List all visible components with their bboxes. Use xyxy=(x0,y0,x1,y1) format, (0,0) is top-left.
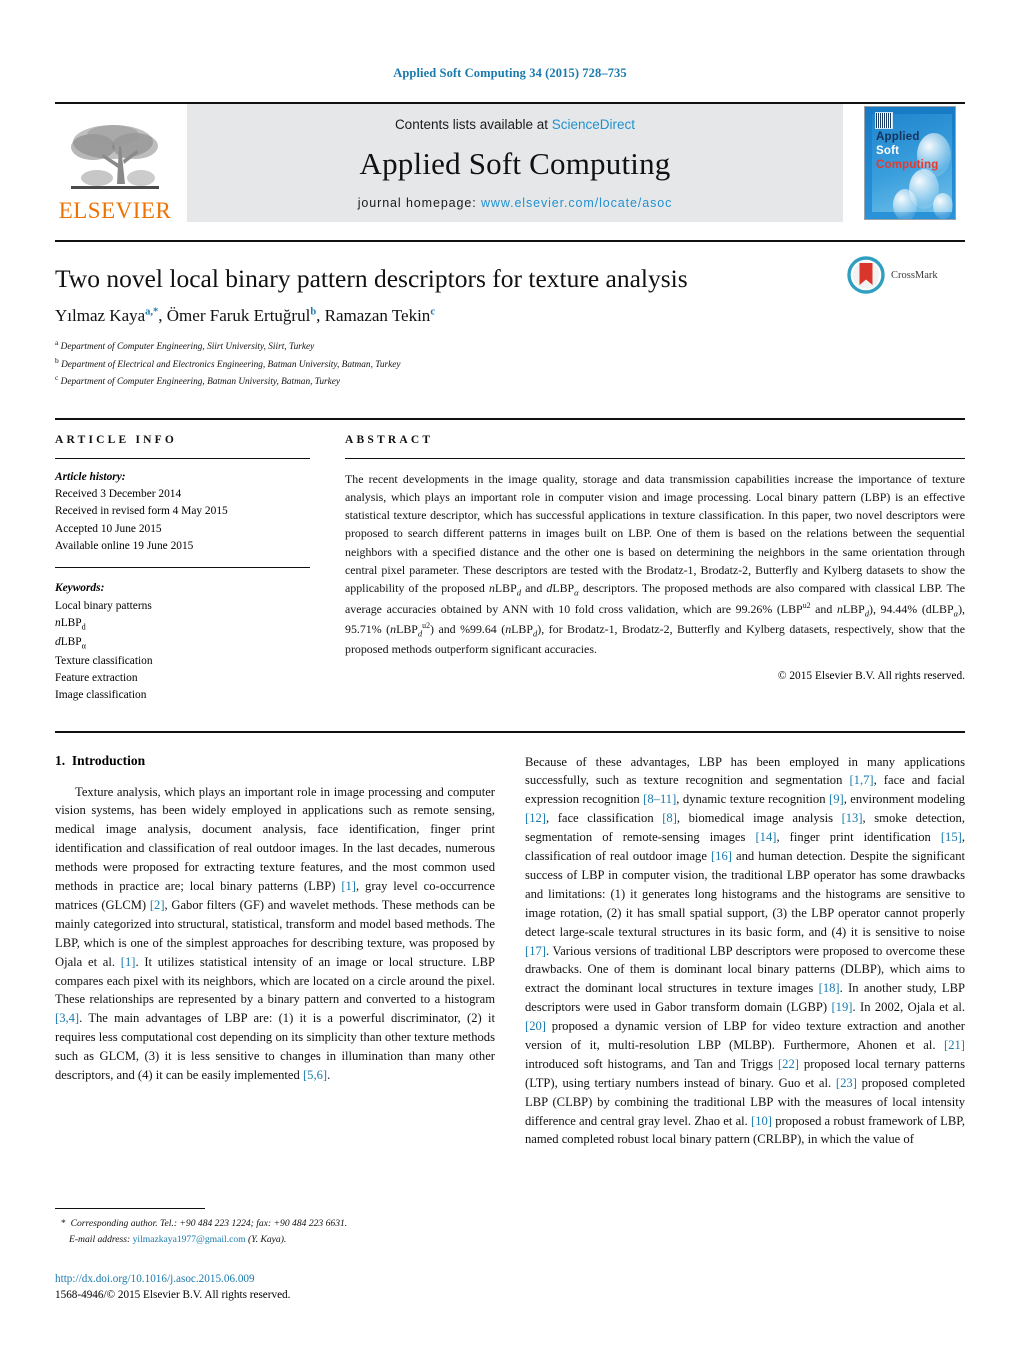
crossmark-icon xyxy=(847,256,885,294)
section-name: Introduction xyxy=(71,752,146,768)
elsevier-tree-icon xyxy=(71,125,159,189)
body-columns: 1. Introduction Texture analysis, which … xyxy=(55,753,965,1150)
doi-link[interactable]: http://dx.doi.org/10.1016/j.asoc.2015.06… xyxy=(55,1271,555,1287)
cover-barcode-icon xyxy=(875,112,893,129)
corresponding-author-note: * Corresponding author. Tel.: +90 484 22… xyxy=(55,1216,495,1231)
affiliation-item: b Department of Electrical and Electroni… xyxy=(55,355,965,373)
keyword-item: Local binary patterns xyxy=(55,599,152,612)
title-block: CrossMark Two novel local binary pattern… xyxy=(55,242,965,390)
body-column-left: 1. Introduction Texture analysis, which … xyxy=(55,753,495,1150)
history-item: Available online 19 June 2015 xyxy=(55,540,194,553)
journal-cover-thumbnail: Applied Soft Computing xyxy=(864,106,956,220)
affiliation-text: Department of Computer Engineering, Batm… xyxy=(60,377,341,388)
abstract-divider xyxy=(345,457,965,459)
page-footer: http://dx.doi.org/10.1016/j.asoc.2015.06… xyxy=(55,1271,555,1303)
author-marks: a,* xyxy=(145,306,159,318)
keyword-item: Texture classification xyxy=(55,654,153,667)
affiliation-mark: b xyxy=(55,355,59,365)
abstract-heading: ABSTRACT xyxy=(345,433,434,446)
keyword-item: Feature extraction xyxy=(55,671,138,684)
cover-title-line-3: Computing xyxy=(876,159,939,171)
article-history-block: Article history: Received 3 December 201… xyxy=(55,469,310,556)
elsevier-logo: ELSEVIER xyxy=(55,104,175,222)
section-title-introduction: 1. Introduction xyxy=(55,753,495,769)
keywords-divider xyxy=(55,567,310,569)
author-marks: c xyxy=(430,306,435,318)
author-name[interactable]: Ramazan Tekin xyxy=(325,306,431,325)
author-list: Yılmaz Kayaa,*, Ömer Faruk Ertuğrulb, Ra… xyxy=(55,306,435,326)
cover-blob xyxy=(893,189,917,219)
footnote-block: * Corresponding author. Tel.: +90 484 22… xyxy=(55,1208,495,1247)
running-head: Applied Soft Computing 34 (2015) 728–735 xyxy=(393,66,627,80)
cover-title-line-2: Soft xyxy=(876,145,900,157)
intro-paragraph-left: Texture analysis, which plays an importa… xyxy=(55,784,495,1082)
sciencedirect-link[interactable]: ScienceDirect xyxy=(552,117,635,132)
article-history-title: Article history: xyxy=(55,470,126,483)
crossmark-badge[interactable]: CrossMark xyxy=(847,256,965,294)
abstract-text: The recent developments in the image qua… xyxy=(345,471,965,657)
email-owner: (Y. Kaya). xyxy=(248,1233,287,1245)
intro-paragraph-right: Because of these advantages, LBP has bee… xyxy=(525,754,966,1147)
cover-blob xyxy=(933,193,953,219)
info-abstract-section: ARTICLE INFO Article history: Received 3… xyxy=(55,417,965,705)
history-item: Received 3 December 2014 xyxy=(55,488,182,501)
affiliation-list: a Department of Computer Engineering, Si… xyxy=(55,337,965,390)
body-divider xyxy=(55,730,965,733)
article-info-heading: ARTICLE INFO xyxy=(55,433,178,446)
corresponding-author-text: Corresponding author. Tel.: +90 484 223 … xyxy=(70,1218,348,1230)
page-title: Two novel local binary pattern descripto… xyxy=(55,264,688,293)
keyword-item: dLBPα xyxy=(55,635,86,651)
journal-homepage-line: journal homepage: www.elsevier.com/locat… xyxy=(358,196,672,210)
keyword-item: Image classification xyxy=(55,689,147,702)
cover-title-line-1: Applied xyxy=(876,131,920,143)
affiliation-mark: c xyxy=(55,373,59,383)
history-item: Received in revised form 4 May 2015 xyxy=(55,505,228,518)
masthead-center-band: Contents lists available at ScienceDirec… xyxy=(187,104,843,222)
elsevier-wordmark: ELSEVIER xyxy=(58,198,172,223)
contents-available-line: Contents lists available at ScienceDirec… xyxy=(395,117,635,132)
crossmark-label: CrossMark xyxy=(891,269,938,281)
author-name[interactable]: Yılmaz Kaya xyxy=(55,306,145,325)
paper-page: Applied Soft Computing 34 (2015) 728–735 xyxy=(0,0,1020,1351)
section-number: 1. xyxy=(55,752,66,768)
homepage-prefix: journal homepage: xyxy=(357,196,481,210)
article-info-column: ARTICLE INFO Article history: Received 3… xyxy=(55,434,310,705)
email-label: E-mail address: xyxy=(69,1233,131,1245)
journal-masthead: ELSEVIER Contents lists available at Sci… xyxy=(55,102,965,222)
affiliation-text: Department of Computer Engineering, Siir… xyxy=(60,342,315,353)
affiliation-text: Department of Electrical and Electronics… xyxy=(61,359,401,370)
keywords-title: Keywords: xyxy=(55,582,105,595)
keywords-block: Keywords: Local binary patterns nLBPd dL… xyxy=(55,580,310,704)
article-info-divider xyxy=(55,457,310,459)
contents-prefix: Contents lists available at xyxy=(394,117,552,132)
email-link[interactable]: yilmazkaya1977@gmail.com xyxy=(133,1234,246,1245)
affiliation-item: c Department of Computer Engineering, Ba… xyxy=(55,372,965,390)
author-marks: b xyxy=(310,306,317,318)
email-note: E-mail address: yilmazkaya1977@gmail.com… xyxy=(55,1232,495,1247)
issn-copyright-line: 1568-4946/© 2015 Elsevier B.V. All right… xyxy=(55,1288,291,1301)
footnote-divider xyxy=(55,1208,205,1210)
homepage-url-link[interactable]: www.elsevier.com/locate/asoc xyxy=(481,196,672,210)
footnote-star: * xyxy=(61,1218,66,1230)
affiliation-item: a Department of Computer Engineering, Si… xyxy=(55,337,965,355)
author-name[interactable]: Ömer Faruk Ertuğrul xyxy=(167,306,311,325)
affiliation-mark: a xyxy=(55,338,59,348)
keyword-item: nLBPd xyxy=(55,617,86,632)
history-item: Accepted 10 June 2015 xyxy=(55,522,162,535)
journal-cover-block: Applied Soft Computing xyxy=(855,104,965,222)
abstract-copyright: © 2015 Elsevier B.V. All rights reserved… xyxy=(777,669,965,682)
abstract-column: ABSTRACT The recent developments in the … xyxy=(345,434,965,705)
body-column-right: Because of these advantages, LBP has bee… xyxy=(525,753,965,1150)
journal-title: Applied Soft Computing xyxy=(359,146,671,181)
